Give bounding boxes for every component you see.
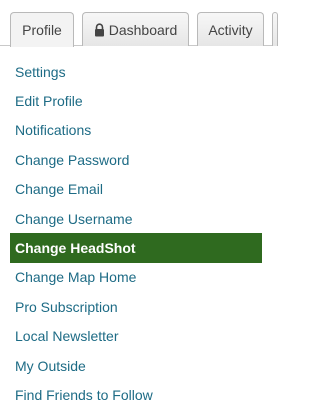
menu-item-settings[interactable]: Settings <box>10 57 262 86</box>
tab-dashboard-label: Dashboard <box>108 21 178 38</box>
menu-item-notifications[interactable]: Notifications <box>10 116 262 145</box>
menu-item-label: Edit Profile <box>15 93 83 110</box>
menu-item-label: Change Map Home <box>15 269 137 286</box>
menu-item-change-map-home[interactable]: Change Map Home <box>10 263 262 292</box>
tab-activity-label: Activity <box>208 21 253 38</box>
menu-item-label: Change Email <box>15 181 103 198</box>
tab-activity[interactable]: Activity <box>197 12 264 46</box>
menu-item-label: Find Friends to Follow <box>15 386 153 403</box>
menu-item-label: Settings <box>15 63 66 80</box>
menu-item-my-outside[interactable]: My Outside <box>10 351 262 380</box>
menu-item-label: Pro Subscription <box>15 298 118 315</box>
menu-item-change-email[interactable]: Change Email <box>10 175 262 204</box>
tab-overflow[interactable] <box>272 12 278 46</box>
menu-item-label: Notifications <box>15 122 92 139</box>
menu-item-find-friends[interactable]: Find Friends to Follow <box>10 380 262 409</box>
tab-profile-label: Profile <box>22 22 62 38</box>
menu-item-label: Change Password <box>15 151 130 168</box>
menu-item-label: Change Username <box>15 210 133 227</box>
menu-item-label: My Outside <box>15 357 86 374</box>
menu-item-edit-profile[interactable]: Edit Profile <box>10 86 262 115</box>
menu-item-change-password[interactable]: Change Password <box>10 145 262 174</box>
menu-item-label: Local Newsletter <box>15 328 119 345</box>
menu-item-local-newsletter[interactable]: Local Newsletter <box>10 322 262 351</box>
menu-item-change-headshot[interactable]: Change HeadShot <box>10 233 262 263</box>
tab-bar: Profile Dashboard Activity <box>0 0 278 47</box>
menu-item-label: Change HeadShot <box>15 240 136 257</box>
menu-item-pro-subscription[interactable]: Pro Subscription <box>10 292 262 321</box>
profile-menu: Settings Edit Profile Notifications Chan… <box>10 57 262 410</box>
tab-dashboard[interactable]: Dashboard <box>82 12 189 46</box>
menu-item-change-username[interactable]: Change Username <box>10 204 262 233</box>
lock-icon <box>94 22 104 36</box>
tab-profile[interactable]: Profile <box>10 12 74 47</box>
